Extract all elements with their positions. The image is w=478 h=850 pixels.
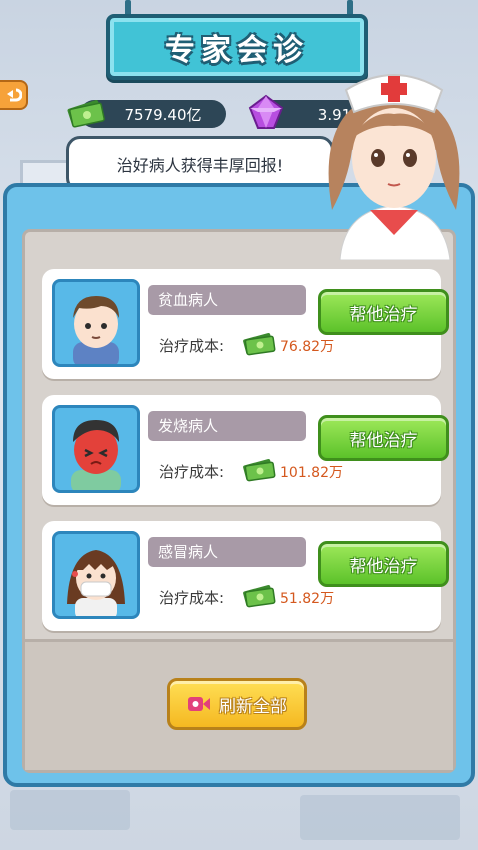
patient-name: 感冒病人 [148,537,306,567]
cost-label: 治疗成本: [159,463,225,481]
cost-value: 76.82万 [280,339,335,355]
patient-card: 贫血病人 治疗成本: 76.82万 帮他治疗 [42,269,449,379]
patient-card: 感冒病人 治疗成本: 51.82万 帮他治疗 [42,521,449,631]
fever-patient-avatar [52,405,140,493]
money-value: 7579.40亿 [124,105,202,124]
bubble-text: 治好病人获得丰厚回报! [116,156,284,175]
background-shelf [300,795,460,840]
video-icon [188,697,210,711]
page-title: 专家会诊 [165,33,309,68]
back-button[interactable] [0,80,28,110]
patient-card: 发烧病人 治疗成本: 101.82万 帮他治疗 [42,395,449,505]
patient-name: 贫血病人 [148,285,306,315]
cash-icon [243,459,276,482]
treat-button[interactable]: 帮他治疗 [318,541,449,587]
cost-label: 治疗成本: [159,337,225,355]
back-arrow-icon [7,88,22,102]
nurse-character [328,74,460,260]
refresh-label: 刷新全部 [219,696,287,717]
cost-label: 治疗成本: [159,589,225,607]
refresh-all-button[interactable]: 刷新全部 [167,678,307,730]
cost-value: 101.82万 [280,465,343,481]
anemia-patient-avatar [52,279,140,367]
cost-value: 51.82万 [280,591,335,607]
gem-icon [248,94,284,129]
treat-button[interactable]: 帮他治疗 [318,289,449,335]
background-shelf [10,790,130,830]
cash-icon [67,100,105,128]
treat-button[interactable]: 帮他治疗 [318,415,449,461]
patient-name: 发烧病人 [148,411,306,441]
cash-icon [243,585,276,608]
cash-icon [243,333,276,356]
cold-patient-avatar [52,531,140,619]
